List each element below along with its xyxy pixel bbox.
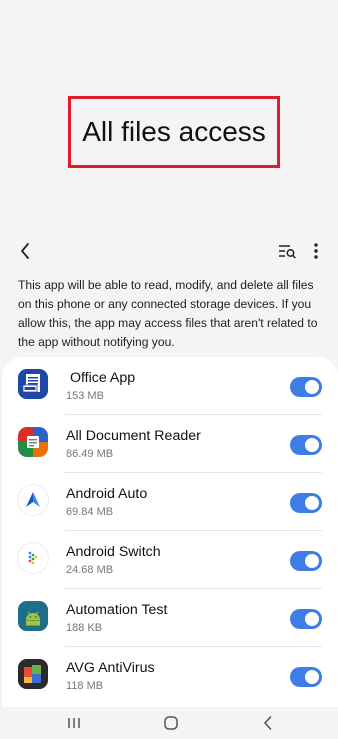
back-button[interactable] <box>12 238 38 264</box>
access-toggle[interactable] <box>290 609 322 629</box>
home-icon <box>164 716 178 730</box>
permission-description: This app will be able to read, modify, a… <box>18 278 318 349</box>
toggle-knob <box>303 552 321 570</box>
app-row-android-auto[interactable]: Android Auto 69.84 MB <box>2 473 338 531</box>
app-size: 153 MB <box>66 390 104 402</box>
app-size: 69.84 MB <box>66 506 114 518</box>
access-toggle[interactable] <box>290 551 322 571</box>
list-search-icon <box>279 245 296 259</box>
app-row-all-document-reader[interactable]: All Document Reader 86.49 MB <box>2 415 338 473</box>
app-row-office-app[interactable]: Office App 153 MB <box>2 357 338 415</box>
toggle-knob <box>303 378 321 396</box>
toggle-knob <box>303 668 321 686</box>
nav-back-button[interactable] <box>256 713 280 733</box>
title-highlight-box: All files access <box>68 96 280 168</box>
access-toggle[interactable] <box>290 377 322 397</box>
app-name: All Document Reader <box>66 428 201 444</box>
office-app-icon <box>18 369 48 399</box>
app-row-automation-test[interactable]: Automation Test 188 KB <box>2 589 338 647</box>
recents-icon <box>68 718 80 728</box>
all-document-reader-icon <box>18 427 48 457</box>
avg-antivirus-icon <box>18 659 48 689</box>
app-name: Android Auto <box>66 486 148 502</box>
access-toggle[interactable] <box>290 493 322 513</box>
recents-button[interactable] <box>62 713 86 733</box>
toggle-knob <box>303 610 321 628</box>
home-button[interactable] <box>159 713 183 733</box>
more-vertical-icon <box>314 243 318 259</box>
app-name: AVG AntiVirus <box>66 660 155 676</box>
toggle-knob <box>303 436 321 454</box>
app-name: Automation Test <box>66 602 168 618</box>
toggle-knob <box>303 494 321 512</box>
more-options-button[interactable] <box>305 238 327 264</box>
app-name: Android Switch <box>66 544 161 560</box>
android-switch-icon <box>18 543 48 573</box>
access-toggle[interactable] <box>290 435 322 455</box>
app-name: Office App <box>66 370 136 386</box>
back-chevron-icon <box>21 243 29 259</box>
app-size: 86.49 MB <box>66 448 114 460</box>
nav-back-icon <box>264 716 272 730</box>
app-size: 24.68 MB <box>66 564 114 576</box>
automation-test-icon <box>18 601 48 631</box>
access-toggle[interactable] <box>290 667 322 687</box>
app-row-avg-antivirus[interactable]: AVG AntiVirus 118 MB <box>2 647 338 705</box>
app-size: 188 KB <box>66 622 103 634</box>
android-auto-icon <box>18 485 48 515</box>
app-size: 118 MB <box>66 680 104 692</box>
search-list-button[interactable] <box>274 238 300 264</box>
app-row-android-switch[interactable]: Android Switch 24.68 MB <box>2 531 338 589</box>
system-navigation-bar <box>0 707 338 739</box>
app-list: Office App 153 MB All Document Reader 86… <box>2 357 338 707</box>
page-title: All files access <box>82 116 266 147</box>
toolbar <box>0 232 338 268</box>
